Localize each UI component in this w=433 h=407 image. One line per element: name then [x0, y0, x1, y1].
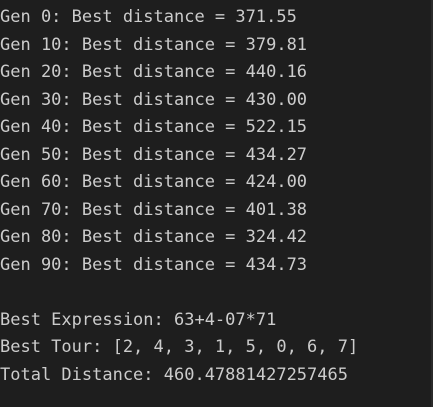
generation-line-60: Gen 60: Best distance = 424.00	[0, 172, 308, 192]
total-distance-line: Total Distance: 460.47881427257465	[0, 364, 348, 385]
generation-line-0: Gen 0: Best distance = 371.55	[0, 7, 297, 27]
generation-line-70: Gen 70: Best distance = 401.38	[0, 199, 308, 220]
generation-line-80: Gen 80: Best distance = 324.42	[0, 227, 308, 247]
terminal-output: Gen 0: Best distance = 371.55 Gen 10: Be…	[0, 4, 358, 389]
terminal-output-panel: Gen 0: Best distance = 371.55 Gen 10: Be…	[0, 0, 433, 407]
generation-line-40: Gen 40: Best distance = 522.15	[0, 117, 308, 137]
generation-line-10: Gen 10: Best distance = 379.81	[0, 34, 308, 55]
best-tour-line: Best Tour: [2, 4, 3, 1, 5, 0, 6, 7]	[0, 337, 359, 357]
best-expression-line: Best Expression: 63+4-07*71	[0, 309, 277, 330]
generation-line-90: Gen 90: Best distance = 434.73	[0, 254, 308, 275]
generation-line-50: Gen 50: Best distance = 434.27	[0, 144, 308, 165]
generation-line-20: Gen 20: Best distance = 440.16	[0, 62, 308, 82]
generation-line-30: Gen 30: Best distance = 430.00	[0, 89, 308, 110]
